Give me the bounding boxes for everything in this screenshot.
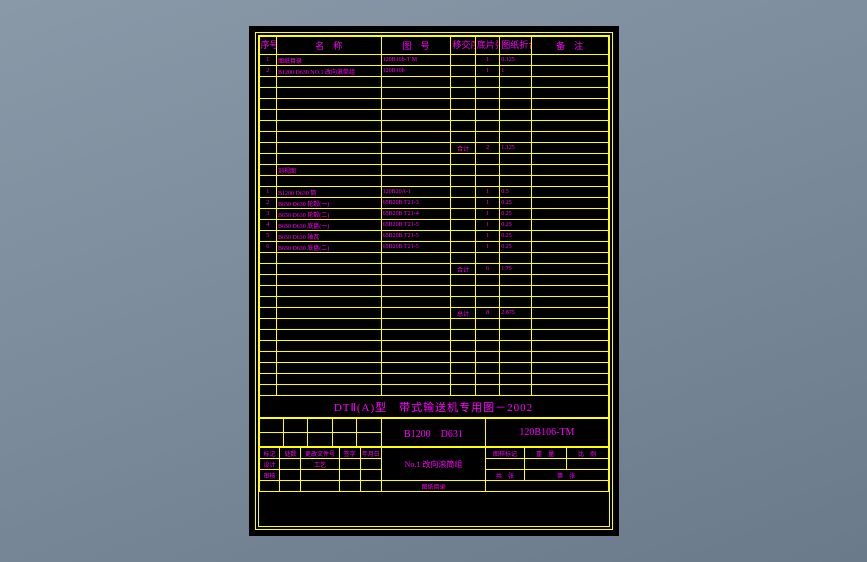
subtitle: No.1 改向滚筒组 xyxy=(381,448,486,481)
table-row: 5B650 D630 轴瓦65B20B T21-510.25 xyxy=(259,231,608,242)
drawing-sheet: 序号 名 称 图 号 移交序号 底片张数 图纸折合A1 备 注 1图纸目录120… xyxy=(249,26,619,536)
hdr-c5: 底片张数 xyxy=(475,37,499,55)
hdr-seq: 序号 xyxy=(259,37,276,55)
table-row xyxy=(259,121,608,132)
table-row xyxy=(259,374,608,385)
code2: 120B106-TM xyxy=(486,419,608,447)
table-row xyxy=(259,77,608,88)
table-row: 2B1200 D630 NO.1 改向滚筒组120B10b11 xyxy=(259,66,608,77)
table-row xyxy=(259,88,608,99)
hdr-c6: 图纸折合A1 xyxy=(500,37,531,55)
title-row: DTⅡ(A)型 带式输送机专用图－2002 xyxy=(259,396,608,418)
table-row: 3B650 D630 轮毂(二)65B20B T21-410.25 xyxy=(259,209,608,220)
table-row: 2B650 D630 轮毂(一)65B20B T21-310.25 xyxy=(259,198,608,209)
table-row xyxy=(259,352,608,363)
table-row: 1B1200 D630 筒120B20A-110.5 xyxy=(259,187,608,198)
table-row xyxy=(259,132,608,143)
parts-table: 序号 名 称 图 号 移交序号 底片张数 图纸折合A1 备 注 1图纸目录120… xyxy=(259,36,609,418)
table-row xyxy=(259,341,608,352)
table-header: 序号 名 称 图 号 移交序号 底片张数 图纸折合A1 备 注 xyxy=(259,37,608,55)
inner-border: 序号 名 称 图 号 移交序号 底片张数 图纸折合A1 备 注 1图纸目录120… xyxy=(258,35,610,527)
table-row xyxy=(259,99,608,110)
table-row xyxy=(259,363,608,374)
total-row: 总计82.875 xyxy=(259,308,608,319)
table-row xyxy=(259,253,608,264)
table-row xyxy=(259,154,608,165)
table-row xyxy=(259,297,608,308)
code1: B1200 D631 xyxy=(381,419,486,447)
drawing-title: DTⅡ(A)型 带式输送机专用图－2002 xyxy=(259,396,608,418)
footer-label: 图纸目录 xyxy=(381,481,486,492)
table-row: 剖视图 xyxy=(259,165,608,176)
subtotal-row: 合计21.125 xyxy=(259,143,608,154)
table-row xyxy=(259,110,608,121)
hdr-c4: 移交序号 xyxy=(451,37,475,55)
hdr-remark: 备 注 xyxy=(531,37,608,55)
title-block-lower: 标记处数更改文件号签字年月日 No.1 改向滚筒组 图样标记重 量比 例 设计工… xyxy=(259,447,609,492)
hdr-name: 名 称 xyxy=(276,37,381,55)
table-row xyxy=(259,319,608,330)
table-row xyxy=(259,330,608,341)
subtotal-row: 合计61.75 xyxy=(259,264,608,275)
table-row: 1图纸目录120B10b-T M10.125 xyxy=(259,55,608,66)
hdr-code: 图 号 xyxy=(381,37,451,55)
title-block-upper: B1200 D631 120B106-TM xyxy=(259,418,609,447)
table-row: 6B650 D630 底盘(二)65B20B T21-510.25 xyxy=(259,242,608,253)
outer-border: 序号 名 称 图 号 移交序号 底片张数 图纸折合A1 备 注 1图纸目录120… xyxy=(255,32,613,530)
table-row: 4B650 D630 底盘(一)65B20B T21-510.25 xyxy=(259,220,608,231)
table-row xyxy=(259,176,608,187)
table-row xyxy=(259,385,608,396)
table-row xyxy=(259,275,608,286)
table-row xyxy=(259,286,608,297)
